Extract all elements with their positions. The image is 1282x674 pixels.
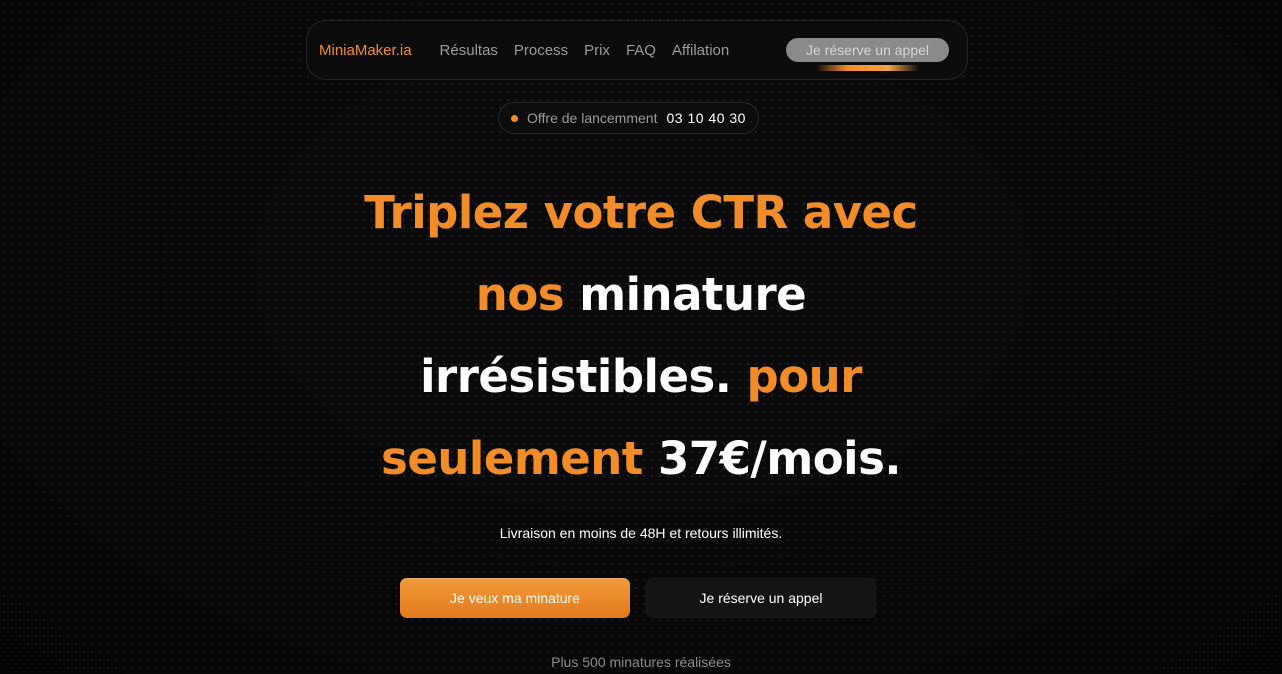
headline-price: 37€/mois.	[657, 432, 901, 485]
headline-line2-white: minature	[579, 268, 807, 321]
nav-link-affiliation[interactable]: Affilation	[672, 42, 729, 59]
nav-book-call-button[interactable]: Je réserve un appel	[786, 38, 949, 62]
nav-link-faq[interactable]: FAQ	[626, 42, 656, 59]
brand-logo[interactable]: MiniaMaker.ia	[319, 42, 412, 59]
nav-link-prix[interactable]: Prix	[584, 42, 610, 59]
countdown-timer: 03 10 40 30	[666, 110, 746, 126]
headline-line3-orange: pour	[746, 350, 863, 403]
headline-line2-orange: nos	[475, 268, 565, 321]
top-navbar: MiniaMaker.ia Résultas Process Prix FAQ …	[306, 20, 968, 80]
book-call-button[interactable]: Je réserve un appel	[646, 578, 876, 618]
hero-headline: Triplez votre CTR avec nos minature irré…	[241, 172, 1041, 500]
hero-subtitle: Livraison en moins de 48H et retours ill…	[499, 525, 783, 541]
status-dot-icon	[511, 114, 518, 122]
offer-label: Offre de lancemment	[527, 110, 658, 126]
nav-link-process[interactable]: Process	[514, 42, 568, 59]
nav-links: Résultas Process Prix FAQ Affilation	[440, 42, 730, 59]
headline-line4-orange: seulement	[381, 432, 643, 485]
social-proof-text: Plus 500 minatures réalisées	[551, 654, 731, 670]
headline-line1: Triplez votre CTR avec	[364, 186, 918, 239]
nav-cta-glow	[816, 65, 919, 71]
nav-cta-wrapper: Je réserve un appel	[786, 38, 949, 71]
launch-offer-badge: Offre de lancemment 03 10 40 30	[498, 102, 759, 134]
headline-line3-white: irrésistibles.	[420, 350, 732, 403]
get-thumbnail-button[interactable]: Je veux ma minature	[400, 578, 630, 618]
nav-link-resultats[interactable]: Résultas	[440, 42, 498, 59]
